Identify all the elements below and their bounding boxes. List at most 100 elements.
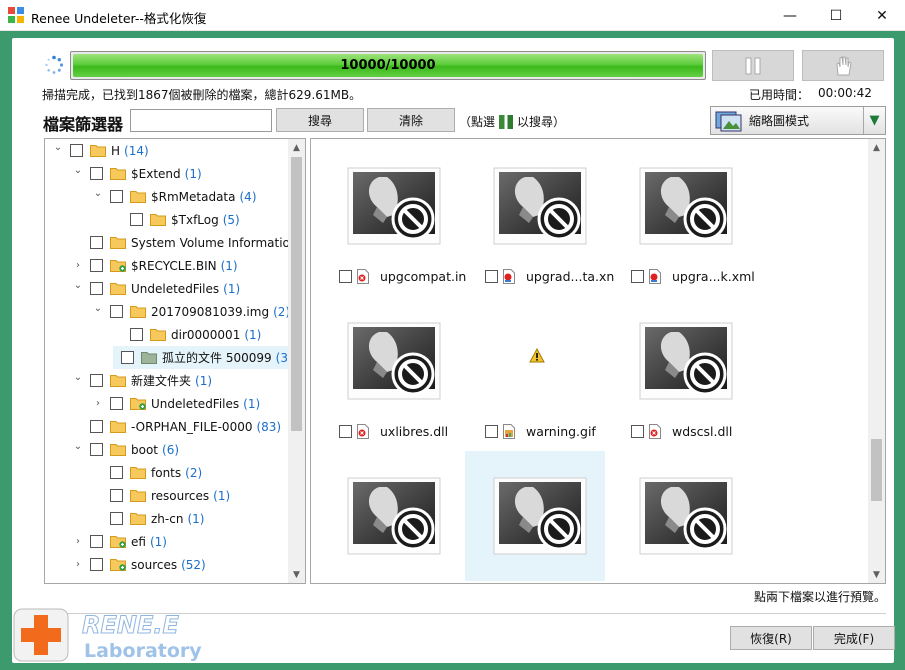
scroll-up-icon[interactable]: ▲ bbox=[288, 139, 305, 156]
clear-button[interactable]: 清除 bbox=[367, 108, 455, 132]
expand-open-icon[interactable]: ⌄ bbox=[53, 142, 63, 153]
folder-icon bbox=[150, 328, 166, 341]
tree-item[interactable]: › sources (52) bbox=[73, 553, 206, 576]
minimize-button[interactable]: — bbox=[767, 0, 813, 31]
no-expander bbox=[113, 330, 123, 340]
file-thumbnail[interactable]: wdscsl.dll bbox=[611, 296, 751, 451]
tree-item[interactable]: dir0000001 (1) bbox=[113, 323, 261, 346]
grid-scroll-down-icon[interactable]: ▼ bbox=[868, 566, 885, 583]
search-button[interactable]: 搜尋 bbox=[276, 108, 364, 132]
tree-item[interactable]: › efi (1) bbox=[73, 530, 167, 553]
tree-item-checkbox[interactable] bbox=[110, 512, 123, 525]
file-thumbnail-grid[interactable]: wdscsl.dll warning.gif uxlibres.dll upgra..… bbox=[310, 138, 886, 584]
scan-progress-bar: 10000/10000 bbox=[70, 51, 706, 80]
expand-closed-icon[interactable]: › bbox=[73, 536, 83, 547]
tree-item[interactable]: ⌄ $RmMetadata (4) bbox=[93, 185, 257, 208]
tree-item-checkbox[interactable] bbox=[90, 167, 103, 180]
scroll-down-icon[interactable]: ▼ bbox=[288, 566, 305, 583]
file-checkbox[interactable] bbox=[339, 425, 352, 438]
tree-item[interactable]: ⌄ H (14) bbox=[53, 139, 149, 162]
tree-item[interactable]: › $RECYCLE.BIN (1) bbox=[73, 254, 238, 277]
file-thumbnail[interactable] bbox=[319, 451, 459, 583]
tree-item[interactable]: System Volume Information bbox=[73, 231, 297, 254]
tree-item[interactable]: ⌄ UndeletedFiles (1) bbox=[73, 277, 240, 300]
maximize-icon: ☐ bbox=[829, 7, 843, 24]
file-thumbnail[interactable]: upgrad...ta.xn bbox=[465, 141, 614, 296]
tree-item-checkbox[interactable] bbox=[90, 236, 103, 249]
tree-item-checkbox[interactable] bbox=[130, 213, 143, 226]
tree-item-checkbox[interactable] bbox=[70, 144, 83, 157]
tree-item-checkbox[interactable] bbox=[110, 489, 123, 502]
expand-closed-icon[interactable]: › bbox=[73, 559, 83, 570]
tree-item-checkbox[interactable] bbox=[90, 535, 103, 548]
expand-closed-icon[interactable]: › bbox=[73, 260, 83, 271]
file-thumbnail[interactable]: upgra...k.xml bbox=[611, 141, 755, 296]
stop-button[interactable] bbox=[802, 50, 884, 81]
recover-button[interactable]: 恢復(R) bbox=[730, 626, 812, 650]
file-thumbnail[interactable]: upgcompat.in bbox=[319, 141, 466, 296]
tree-item-checkbox[interactable] bbox=[90, 259, 103, 272]
folder-icon bbox=[110, 535, 126, 548]
tree-scrollbar[interactable]: ▲ ▼ bbox=[288, 139, 305, 583]
file-checkbox[interactable] bbox=[631, 270, 644, 283]
tree-item-checkbox[interactable] bbox=[90, 443, 103, 456]
expand-open-icon[interactable]: ⌄ bbox=[73, 280, 83, 291]
tree-item-checkbox[interactable] bbox=[110, 466, 123, 479]
pause-button[interactable] bbox=[712, 50, 794, 81]
tree-item-checkbox[interactable] bbox=[110, 305, 123, 318]
tree-item[interactable]: 孤立的文件 500099 (3 bbox=[113, 346, 288, 369]
grid-scroll-up-icon[interactable]: ▲ bbox=[868, 139, 885, 156]
tree-item[interactable]: ⌄ 201709081039.img (2) bbox=[93, 300, 290, 323]
grid-scroll-thumb[interactable] bbox=[871, 439, 882, 501]
tree-item-checkbox[interactable] bbox=[90, 282, 103, 295]
tree-item-checkbox[interactable] bbox=[90, 374, 103, 387]
expand-open-icon[interactable]: ⌄ bbox=[73, 165, 83, 176]
file-checkbox[interactable] bbox=[485, 425, 498, 438]
expand-open-icon[interactable]: ⌄ bbox=[93, 188, 103, 199]
file-filter-input[interactable] bbox=[130, 109, 272, 132]
tree-item-label: $TxfLog bbox=[171, 212, 219, 227]
folder-icon bbox=[130, 305, 146, 318]
tree-item[interactable]: ⌄ 新建文件夹 (1) bbox=[73, 369, 212, 392]
elapsed-time: 00:00:42 bbox=[818, 86, 872, 100]
view-mode-select[interactable]: 縮略圖模式 ▼ bbox=[710, 106, 886, 135]
expand-open-icon[interactable]: ⌄ bbox=[73, 441, 83, 452]
expand-closed-icon[interactable]: › bbox=[93, 398, 103, 409]
tree-item-checkbox[interactable] bbox=[121, 351, 135, 364]
broken-image-thumbnail bbox=[347, 477, 441, 555]
close-button[interactable]: ✕ bbox=[859, 0, 905, 31]
tree-item-count: (5) bbox=[222, 212, 240, 227]
tree-item[interactable]: $TxfLog (5) bbox=[113, 208, 240, 231]
tree-item-label: $Extend bbox=[131, 166, 181, 181]
file-checkbox[interactable] bbox=[485, 270, 498, 283]
file-thumbnail[interactable] bbox=[465, 451, 605, 581]
folder-tree[interactable]: › sources (52) › efi (1) zh-cn (1) resources (1) f… bbox=[44, 138, 306, 584]
tree-item-checkbox[interactable] bbox=[130, 328, 143, 341]
tree-item[interactable]: fonts (2) bbox=[93, 461, 202, 484]
expand-open-icon[interactable]: ⌄ bbox=[93, 303, 103, 314]
tree-item-checkbox[interactable] bbox=[90, 420, 103, 433]
file-checkbox[interactable] bbox=[631, 425, 644, 438]
file-thumbnail[interactable]: uxlibres.dll bbox=[319, 296, 459, 451]
finish-button[interactable]: 完成(F) bbox=[813, 626, 895, 650]
file-thumbnail[interactable]: warning.gif bbox=[465, 296, 605, 451]
tree-item-checkbox[interactable] bbox=[110, 190, 123, 203]
file-caption: uxlibres.dll bbox=[339, 424, 448, 439]
tree-item[interactable]: › UndeletedFiles (1) bbox=[93, 392, 260, 415]
maximize-button[interactable]: ☐ bbox=[813, 0, 859, 31]
tree-item-checkbox[interactable] bbox=[110, 397, 123, 410]
tree-item[interactable]: zh-cn (1) bbox=[93, 507, 204, 530]
tree-item[interactable]: resources (1) bbox=[93, 484, 230, 507]
dropdown-arrow-icon: ▼ bbox=[863, 107, 885, 134]
tree-item[interactable]: ⌄ boot (6) bbox=[73, 438, 179, 461]
file-checkbox[interactable] bbox=[339, 270, 352, 283]
tree-item[interactable]: ⌄ $Extend (1) bbox=[73, 162, 202, 185]
expand-open-icon[interactable]: ⌄ bbox=[73, 372, 83, 383]
file-caption: warning.gif bbox=[485, 424, 596, 439]
grid-scrollbar[interactable]: ▲ ▼ bbox=[868, 139, 885, 583]
file-thumbnail[interactable] bbox=[611, 451, 751, 583]
tree-item[interactable]: -ORPHAN_FILE-0000 (83) bbox=[73, 415, 281, 438]
tree-scroll-thumb[interactable] bbox=[291, 157, 302, 431]
tree-item-checkbox[interactable] bbox=[90, 558, 103, 571]
preview-hint: 點兩下檔案以進行預覽。 bbox=[754, 590, 887, 604]
